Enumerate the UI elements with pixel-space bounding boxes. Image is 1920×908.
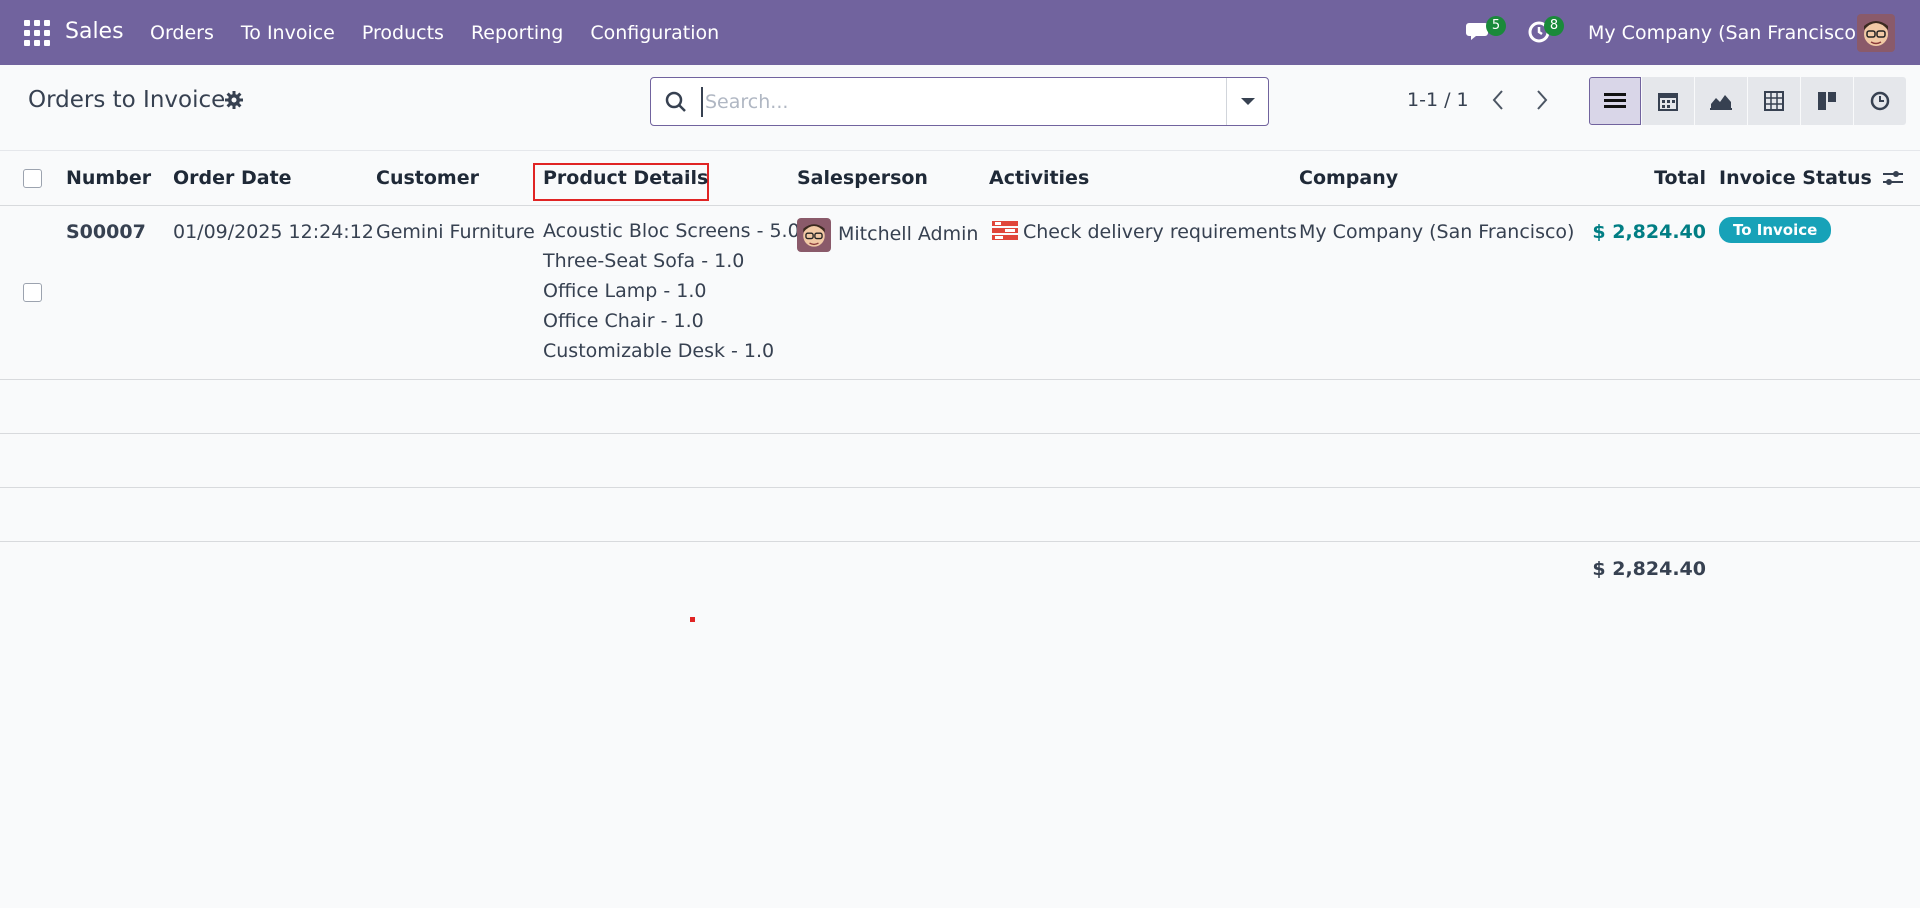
kanban-icon — [1818, 92, 1836, 110]
activity-todo-icon[interactable] — [991, 220, 1019, 242]
app-name[interactable]: Sales — [65, 19, 124, 44]
search-options-toggle[interactable] — [1226, 78, 1268, 125]
company-switcher[interactable]: My Company (San Francisco) — [1588, 22, 1863, 44]
product-line: Office Chair - 1.0 — [543, 310, 704, 332]
gear-icon[interactable] — [224, 90, 244, 110]
salesperson-avatar[interactable] — [797, 218, 831, 252]
empty-row — [0, 488, 1920, 542]
table-header: Number Order Date Customer Product Detai… — [0, 151, 1920, 206]
product-line: Acoustic Bloc Screens - 5.0 — [543, 220, 800, 242]
menu-reporting[interactable]: Reporting — [471, 22, 563, 44]
top-navbar: Sales Orders To Invoice Products Reporti… — [0, 0, 1920, 65]
empty-row — [0, 434, 1920, 488]
orders-table: Number Order Date Customer Product Detai… — [0, 151, 1920, 597]
menu-orders[interactable]: Orders — [150, 22, 214, 44]
product-line: Office Lamp - 1.0 — [543, 280, 707, 302]
view-switcher — [1589, 77, 1907, 125]
apps-menu-icon[interactable] — [24, 20, 50, 46]
header-invoice-status[interactable]: Invoice Status — [1719, 167, 1872, 189]
graph-icon — [1710, 95, 1732, 110]
activity-icon — [1870, 91, 1890, 111]
activities-badge: 8 — [1544, 16, 1564, 36]
search-icon — [665, 91, 687, 113]
footer-total: $ 2,824.40 — [1592, 558, 1706, 580]
header-product-details[interactable]: Product Details — [543, 167, 708, 189]
menu-products[interactable]: Products — [362, 22, 444, 44]
chevron-right-icon — [1537, 90, 1548, 110]
search-bar — [650, 77, 1269, 126]
select-all-checkbox[interactable] — [23, 169, 42, 188]
header-order-date[interactable]: Order Date — [173, 167, 292, 189]
control-panel: Orders to Invoice 1-1 / 1 — [0, 65, 1920, 151]
product-line: Customizable Desk - 1.0 — [543, 340, 775, 362]
main-menu: Orders To Invoice Products Reporting Con… — [150, 22, 746, 44]
salesperson-name[interactable]: Mitchell Admin — [838, 223, 978, 245]
order-total: $ 2,824.40 — [1592, 221, 1706, 243]
table-footer: $ 2,824.40 — [0, 542, 1920, 597]
header-company[interactable]: Company — [1299, 167, 1398, 189]
cursor-marker — [690, 617, 695, 622]
list-view-button[interactable] — [1589, 77, 1641, 125]
header-salesperson[interactable]: Salesperson — [797, 167, 928, 189]
pivot-icon — [1764, 91, 1784, 111]
search-input[interactable] — [701, 87, 1121, 117]
order-number: S00007 — [66, 221, 146, 243]
order-date: 01/09/2025 12:24:12 — [173, 221, 374, 243]
user-avatar[interactable] — [1857, 14, 1895, 52]
empty-row — [0, 380, 1920, 434]
calendar-view-button[interactable] — [1642, 77, 1694, 125]
invoice-status-badge: To Invoice — [1719, 217, 1832, 243]
company-name: My Company (San Francisco) — [1299, 221, 1575, 243]
table-row[interactable]: S00007 01/09/2025 12:24:12 Gemini Furnit… — [0, 206, 1920, 380]
pager-previous-button[interactable] — [1480, 82, 1516, 118]
activity-summary[interactable]: Check delivery requirements — [1023, 221, 1297, 243]
pivot-view-button[interactable] — [1748, 77, 1800, 125]
row-checkbox[interactable] — [23, 283, 42, 302]
header-total[interactable]: Total — [1654, 167, 1706, 189]
list-icon — [1604, 93, 1626, 108]
header-customer[interactable]: Customer — [376, 167, 479, 189]
caret-down-icon — [1240, 98, 1255, 105]
menu-configuration[interactable]: Configuration — [590, 22, 719, 44]
optional-columns-icon[interactable] — [1882, 168, 1904, 188]
header-activities[interactable]: Activities — [989, 167, 1089, 189]
kanban-view-button[interactable] — [1801, 77, 1853, 125]
chevron-left-icon — [1492, 90, 1503, 110]
customer-name: Gemini Furniture — [376, 221, 535, 243]
pager-value[interactable]: 1-1 / 1 — [1407, 89, 1469, 111]
messages-badge: 5 — [1486, 16, 1506, 36]
page-title[interactable]: Orders to Invoice — [28, 87, 225, 113]
activity-view-button[interactable] — [1854, 77, 1906, 125]
calendar-icon — [1658, 93, 1678, 111]
product-details: Acoustic Bloc Screens - 5.0 Three-Seat S… — [543, 217, 800, 367]
header-number[interactable]: Number — [66, 167, 151, 189]
product-line: Three-Seat Sofa - 1.0 — [543, 250, 745, 272]
graph-view-button[interactable] — [1695, 77, 1747, 125]
menu-to-invoice[interactable]: To Invoice — [241, 22, 335, 44]
pager-next-button[interactable] — [1524, 82, 1560, 118]
